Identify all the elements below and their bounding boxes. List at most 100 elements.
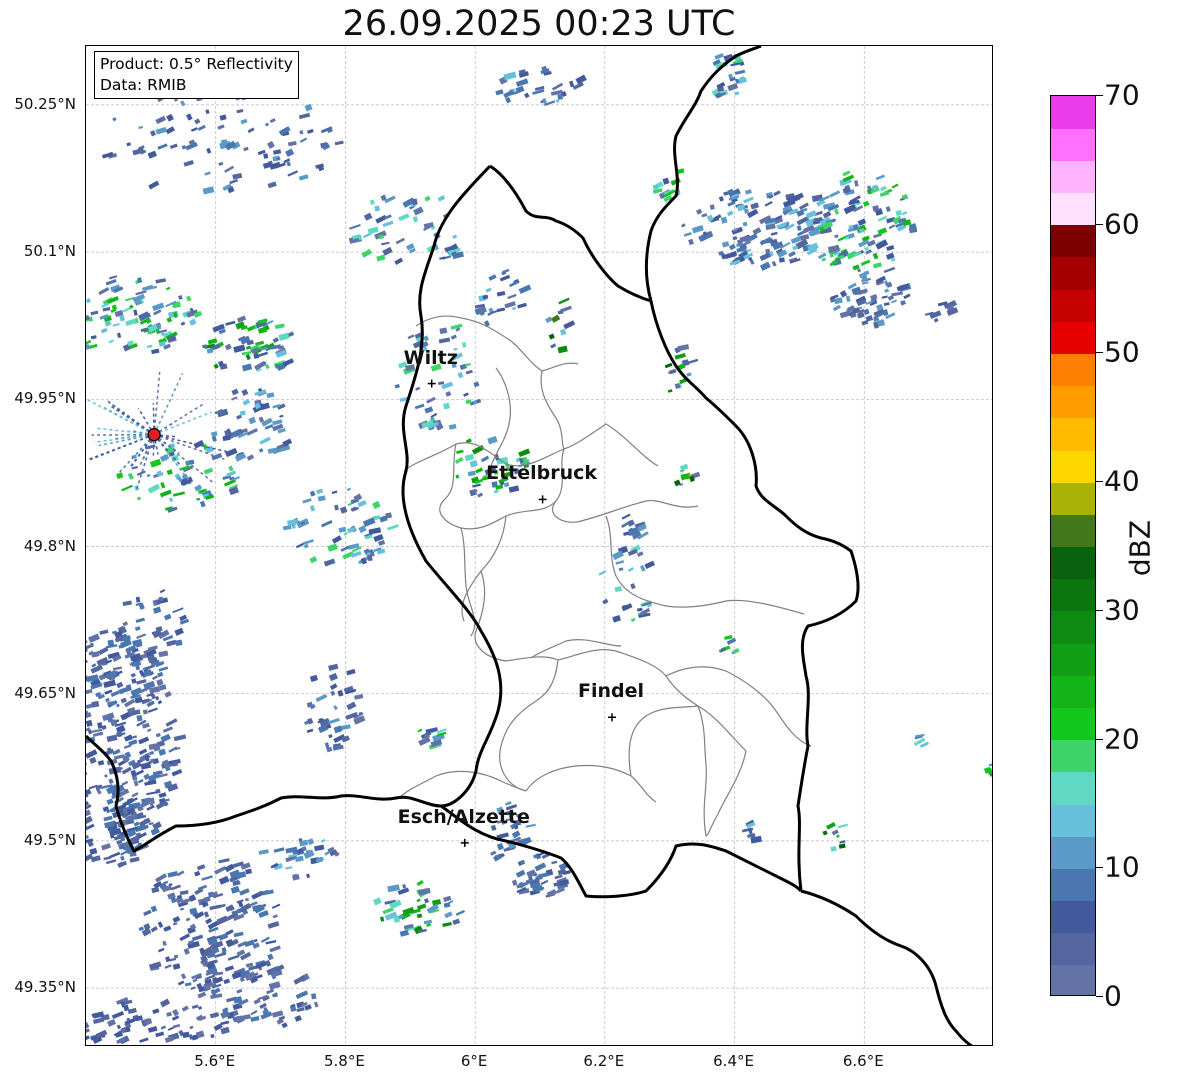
radar-echo-cell [517, 302, 527, 309]
radar-echo-cell [548, 333, 555, 340]
radar-echo-cell [86, 298, 92, 304]
radar-echo-cell [864, 246, 869, 251]
radar-echo-cell [394, 257, 404, 265]
colorbar-segment [1051, 578, 1095, 612]
radar-echo-cell [444, 911, 453, 919]
radar-echo-cell [246, 428, 258, 436]
radar-echo-cell [540, 879, 549, 886]
radar-echo-cell [398, 213, 410, 222]
radar-echo-cell [155, 733, 161, 738]
radar-echo-cell [194, 118, 201, 125]
radar-echo-cell [316, 488, 324, 495]
radar-echo-cell [191, 934, 204, 942]
radar-echo-cell [259, 436, 271, 445]
radar-echo-cell [172, 491, 185, 497]
radar-echo-cell [437, 381, 445, 386]
radar-echo-cell [206, 147, 212, 154]
radar-echo-cell [86, 771, 88, 778]
radar-echo-cell [111, 1010, 125, 1020]
radar-echo-cell [452, 918, 461, 925]
radar-echo-cell [830, 846, 837, 852]
radar-echo-cell [551, 860, 558, 865]
radar-echo-cell [752, 227, 762, 236]
colorbar-tick-label: 30 [1104, 593, 1140, 627]
radar-echo-cell [159, 684, 167, 691]
radar-echo-cell [891, 183, 899, 189]
radar-echo-cell [627, 519, 635, 527]
radar-echo-cell [217, 124, 225, 130]
lon-tick-label: 6.4°E [713, 1052, 754, 1070]
radar-echo-cell [423, 335, 430, 342]
colorbar-segment [1051, 160, 1095, 194]
radar-echo-cell [170, 884, 181, 891]
radar-echo-cell [630, 617, 636, 623]
radar-echo-cell [439, 256, 446, 260]
radar-echo-cell [306, 873, 311, 879]
radar-echo-cell [212, 976, 224, 985]
radar-echo-cell [495, 89, 504, 96]
radar-echo-cell [147, 483, 161, 494]
radar-echo-cell [105, 859, 117, 865]
radar-echo-cell [181, 145, 187, 150]
radar-echo-cell [437, 195, 446, 202]
city-label: Ettelbruck [486, 462, 598, 485]
radar-echo-cell [126, 142, 132, 147]
radar-echo-cell [258, 849, 269, 855]
radar-echo-cell [307, 128, 314, 134]
radar-echo-cell [456, 449, 464, 455]
radar-echo-cell [833, 208, 840, 215]
colorbar-tick-mark [1096, 95, 1103, 96]
radar-echo-cell [457, 372, 464, 379]
radar-echo-cell [770, 231, 778, 236]
radar-echo-cell [180, 907, 184, 911]
radar-echo-cell [105, 697, 110, 703]
radar-echo-cell [674, 352, 686, 360]
radar-echo-cell [206, 347, 214, 354]
radar-echo-cell [278, 332, 290, 341]
radar-map[interactable] [85, 45, 993, 1046]
radar-echo-cell [116, 681, 124, 689]
radar-echo-cell [258, 416, 265, 423]
radar-echo-cell [727, 82, 739, 92]
radar-echo-cell [721, 241, 730, 248]
radar-echo-cell [508, 485, 520, 493]
radar-echo-cell [262, 162, 272, 169]
radar-echo-cell [362, 517, 376, 528]
radar-echo-cell [614, 586, 623, 593]
radar-echo-cell [337, 689, 344, 697]
radar-clutter-spoke [153, 370, 161, 435]
radar-echo-cell [147, 707, 158, 713]
colorbar-segment [1051, 514, 1095, 548]
radar-echo-cell [472, 483, 481, 488]
radar-echo-cell [395, 237, 406, 245]
radar-echo-cell [512, 306, 517, 311]
radar-clutter-spoke [87, 433, 155, 461]
radar-echo-cell [240, 118, 248, 125]
radar-echo-cell [258, 351, 269, 357]
radar-echo-cell [135, 290, 147, 296]
radar-echo-cell [886, 245, 895, 252]
radar-echo-cell [282, 524, 292, 531]
radar-echo-cell [202, 186, 215, 195]
radar-echo-cell [503, 71, 517, 81]
lon-tick-label: 6°E [460, 1052, 488, 1070]
radar-echo-cell [125, 318, 137, 327]
radar-echo-cell [860, 259, 871, 266]
radar-echo-cell [346, 701, 357, 711]
border-lu-de [649, 300, 860, 892]
radar-echo-cell [378, 539, 386, 546]
radar-echo-cell [518, 284, 532, 294]
radar-echo-cell [219, 114, 227, 121]
radar-echo-cell [891, 291, 904, 297]
radar-echo-cell [171, 1015, 180, 1021]
map-canvas [86, 46, 992, 1045]
radar-echo-cell [210, 1033, 215, 1039]
radar-echo-cell [683, 231, 692, 237]
radar-echo-cell [257, 326, 268, 334]
radar-echo-cell [742, 221, 748, 227]
radar-echo-cell [636, 551, 644, 557]
radar-echo-cell [399, 929, 409, 937]
radar-echo-cell [443, 402, 451, 410]
radar-echo-cell [499, 274, 511, 282]
radar-echo-cell [146, 804, 155, 811]
